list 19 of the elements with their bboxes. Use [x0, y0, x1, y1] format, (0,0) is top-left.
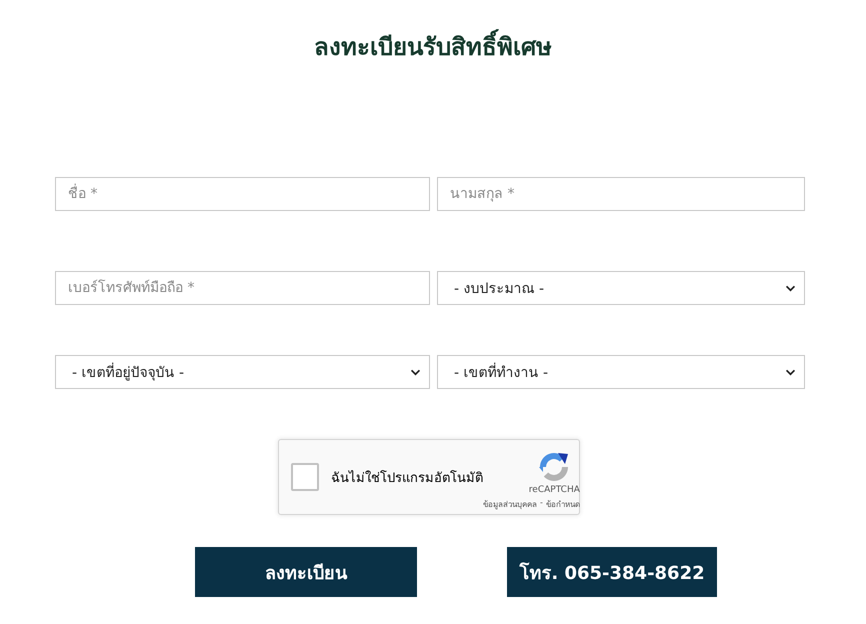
page-title: ลงทะเบียนรับสิทธิ์พิเศษ	[314, 28, 552, 66]
select-field[interactable]: - เขตที่ทำงาน -	[437, 355, 805, 389]
action-button[interactable]: โทร. 065-384-8622	[507, 547, 717, 597]
input-field[interactable]: นามสกุล *	[437, 177, 805, 211]
checkbox[interactable]	[291, 463, 319, 491]
captcha-label: ฉันไม่ใช่โปรแกรมอัตโนมัติ	[331, 469, 483, 488]
select-field[interactable]: - งบประมาณ -	[437, 271, 805, 305]
privacy-link[interactable]: ข้อมูลส่วนบุคคล	[483, 498, 537, 511]
action-button[interactable]: ลงทะเบียน	[195, 547, 417, 597]
chevron-icon	[785, 368, 796, 376]
chevron-icon	[410, 368, 421, 376]
terms-link[interactable]: ข้อกำหนด	[546, 498, 580, 511]
input-field[interactable]: ชื่อ *	[55, 177, 430, 211]
circular-arrows-icon	[538, 451, 570, 483]
link-separator: -	[540, 498, 543, 509]
select-field[interactable]: - เขตที่อยู่ปัจจุบัน -	[55, 355, 430, 389]
brand-text: reCAPTCHA	[528, 485, 580, 495]
chevron-icon	[785, 284, 796, 292]
input-field[interactable]: เบอร์โทรศัพท์มือถือ *	[55, 271, 430, 305]
